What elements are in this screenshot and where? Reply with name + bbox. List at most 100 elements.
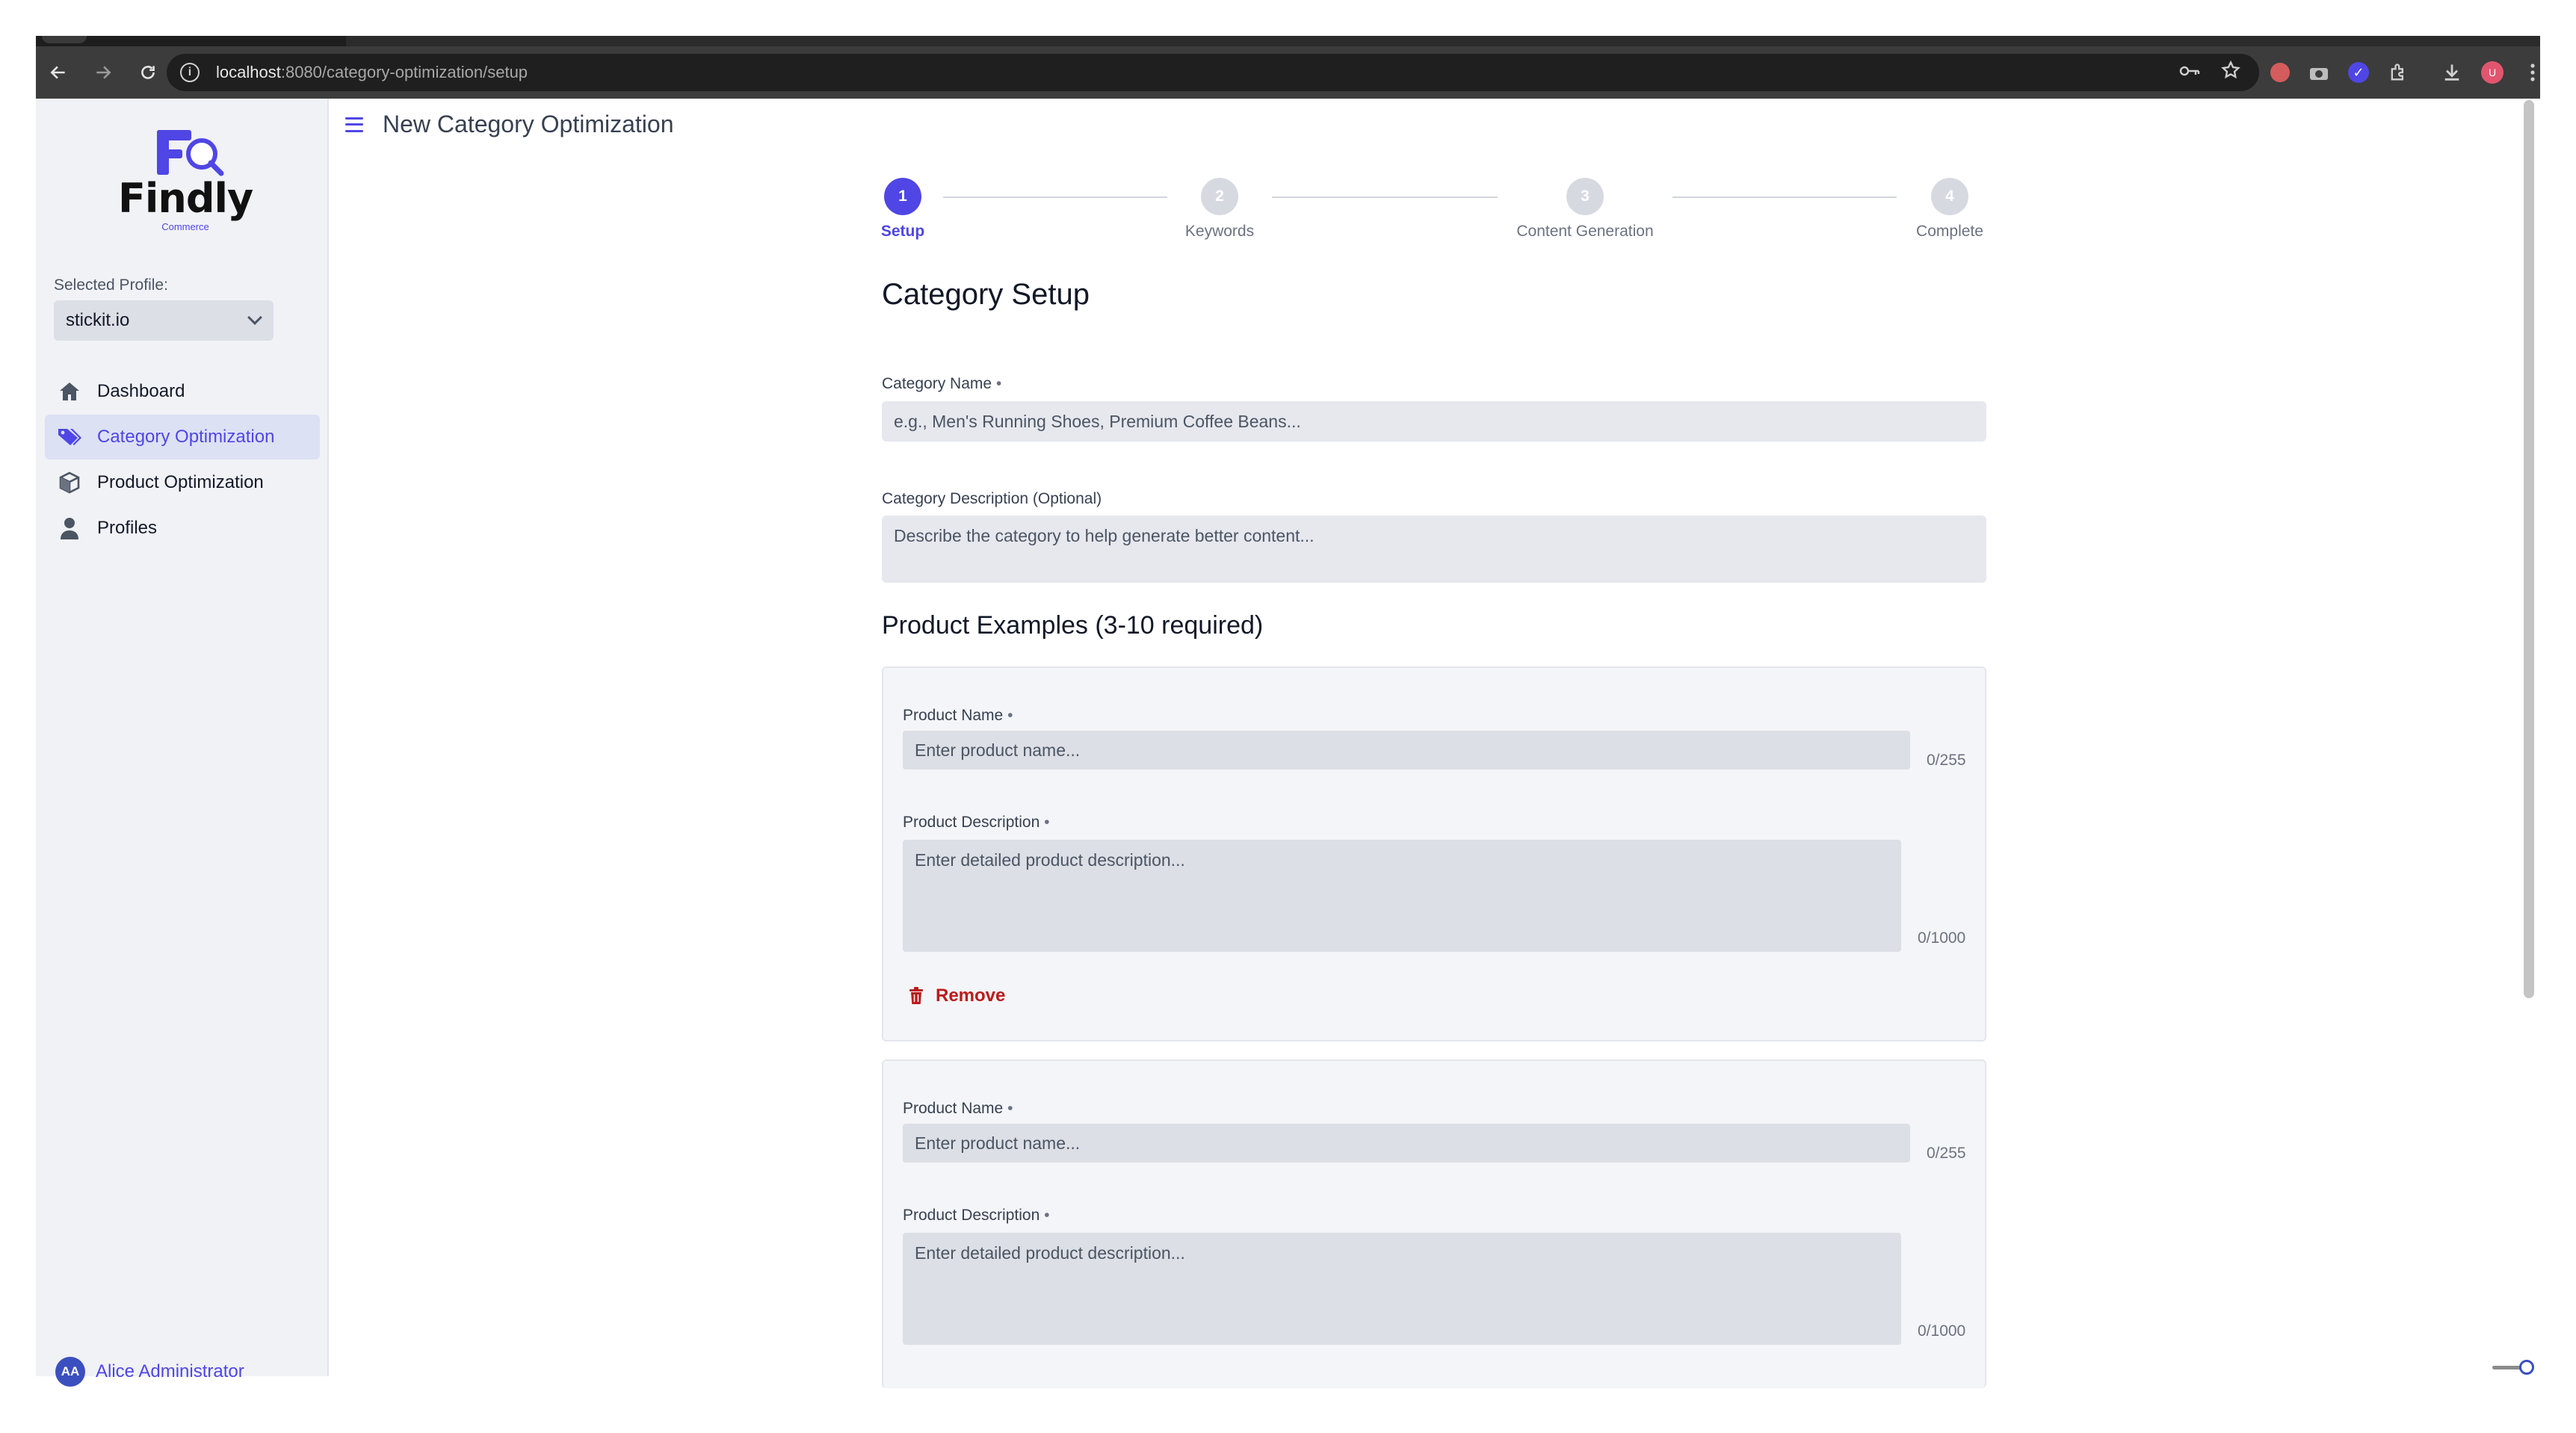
- profile-select[interactable]: stickit.io: [54, 300, 274, 341]
- extensions-bar: ✓ U: [2270, 46, 2545, 99]
- active-tab[interactable]: [346, 36, 2540, 46]
- tab-strip: [36, 36, 2540, 46]
- product-example-card: Product Name • Enter product name... 0/2…: [882, 666, 1986, 1042]
- category-description-textarea[interactable]: Describe the category to help generate b…: [882, 516, 1986, 583]
- product-name-char-count: 0/255: [1927, 752, 1966, 769]
- progress-stepper: 1 Setup 2 Keywords 3 Content Generation: [881, 178, 1986, 245]
- puzzle-extensions-icon[interactable]: [2385, 60, 2411, 85]
- logo-wordmark: Findly: [118, 175, 253, 222]
- browser-toolbar: i localhost:8080/category-optimization/s…: [36, 46, 2540, 99]
- product-name-input[interactable]: Enter product name...: [903, 1124, 1910, 1163]
- logo-subtitle: Commerce: [161, 221, 209, 232]
- product-description-placeholder: Enter detailed product description...: [915, 1243, 1185, 1263]
- sidebar-item-dashboard[interactable]: Dashboard: [45, 369, 320, 414]
- sidebar-item-label: Profiles: [97, 518, 158, 538]
- download-icon[interactable]: [2439, 60, 2465, 85]
- selected-profile-label: Selected Profile:: [54, 276, 168, 294]
- product-example-card: Product Name • Enter product name... 0/2…: [882, 1059, 1986, 1388]
- chevron-down-icon: [247, 310, 262, 325]
- step-content-generation[interactable]: 3 Content Generation: [1510, 178, 1660, 241]
- remove-label: Remove: [936, 985, 1006, 1006]
- step-number: 2: [1201, 178, 1238, 215]
- category-name-input[interactable]: e.g., Men's Running Shoes, Premium Coffe…: [882, 401, 1986, 442]
- trash-icon: [909, 987, 923, 1004]
- omnibox-actions: [2178, 54, 2241, 91]
- check-extension-icon[interactable]: ✓: [2348, 62, 2369, 83]
- product-name-placeholder: Enter product name...: [915, 1133, 1081, 1153]
- reload-icon[interactable]: [126, 50, 170, 95]
- main-content: New Category Optimization 1 Setup 2 Keyw…: [329, 99, 2540, 1388]
- page-scrollbar[interactable]: [2524, 100, 2534, 998]
- site-info-icon[interactable]: i: [180, 63, 200, 82]
- tags-icon: [57, 424, 82, 450]
- step-number: 1: [884, 178, 921, 215]
- step-setup[interactable]: 1 Setup: [828, 178, 977, 241]
- top-bar: New Category Optimization: [345, 111, 673, 138]
- step-connector: [1672, 196, 1897, 198]
- product-name-label: Product Name •: [903, 1100, 1013, 1117]
- product-description-label: Product Description •: [903, 814, 1050, 831]
- browser-window: i localhost:8080/category-optimization/s…: [36, 36, 2540, 1388]
- floating-handle[interactable]: [2492, 1366, 2522, 1369]
- product-name-input[interactable]: Enter product name...: [903, 731, 1910, 770]
- sidebar-item-profiles[interactable]: Profiles: [45, 506, 320, 551]
- sidebar-item-product-optimization[interactable]: Product Optimization: [45, 460, 320, 505]
- product-description-label: Product Description •: [903, 1207, 1050, 1224]
- product-description-placeholder: Enter detailed product description...: [915, 850, 1185, 870]
- floating-assistant-button[interactable]: [2519, 1360, 2534, 1375]
- section-title-product-examples: Product Examples (3-10 required): [882, 611, 1264, 640]
- sidebar-item-category-optimization[interactable]: Category Optimization: [45, 415, 320, 459]
- kebab-menu-icon[interactable]: [2520, 60, 2545, 85]
- product-description-char-count: 0/1000: [1918, 929, 1966, 947]
- sidebar-item-label: Product Optimization: [97, 472, 264, 492]
- box-icon: [57, 470, 82, 495]
- camera-extension-icon[interactable]: [2306, 60, 2332, 85]
- bookmark-star-icon[interactable]: [2220, 60, 2241, 86]
- product-description-char-count: 0/1000: [1918, 1322, 1966, 1340]
- section-title-category-setup: Category Setup: [882, 278, 1090, 311]
- address-bar[interactable]: i localhost:8080/category-optimization/s…: [167, 54, 2259, 91]
- step-label: Complete: [1916, 223, 1983, 240]
- current-user[interactable]: AA Alice Administrator: [55, 1357, 244, 1387]
- step-complete[interactable]: 4 Complete: [1875, 178, 2024, 241]
- user-icon: [57, 516, 82, 541]
- step-label: Content Generation: [1516, 223, 1654, 240]
- user-name: Alice Administrator: [96, 1361, 244, 1381]
- category-description-placeholder: Describe the category to help generate b…: [894, 526, 1315, 545]
- category-name-label: Category Name •: [882, 375, 1002, 392]
- required-marker: •: [995, 375, 1002, 392]
- category-description-label: Category Description (Optional): [882, 490, 1102, 507]
- tab-search-button[interactable]: [42, 36, 87, 43]
- step-number: 3: [1566, 178, 1604, 215]
- browser-avatar[interactable]: U: [2481, 61, 2504, 84]
- user-avatar: AA: [55, 1357, 85, 1387]
- product-name-placeholder: Enter product name...: [915, 740, 1081, 760]
- remove-product-button[interactable]: Remove: [909, 985, 1005, 1006]
- hamburger-menu-icon[interactable]: [345, 117, 363, 132]
- app-root: Findly Commerce Selected Profile: sticki…: [36, 99, 2540, 1388]
- step-number: 4: [1931, 178, 1968, 215]
- forward-icon[interactable]: [81, 50, 126, 95]
- page-title: New Category Optimization: [383, 111, 674, 137]
- step-label: Keywords: [1184, 223, 1255, 240]
- url-text: localhost:8080/category-optimization/set…: [216, 63, 528, 81]
- category-name-placeholder: e.g., Men's Running Shoes, Premium Coffe…: [894, 411, 1301, 431]
- incognito-extension-icon[interactable]: [2270, 63, 2290, 82]
- step-label: Setup: [880, 223, 925, 240]
- screen: i localhost:8080/category-optimization/s…: [0, 0, 2576, 1433]
- back-icon[interactable]: [36, 50, 81, 95]
- step-connector: [1272, 196, 1498, 198]
- product-name-label: Product Name •: [903, 707, 1013, 724]
- product-description-textarea[interactable]: Enter detailed product description...: [903, 840, 1901, 952]
- sidebar-item-label: Category Optimization: [97, 427, 275, 447]
- sidebar-nav: Dashboard Category Optimization Product …: [45, 369, 320, 551]
- profile-select-value: stickit.io: [66, 310, 130, 330]
- sidebar-item-label: Dashboard: [97, 381, 185, 401]
- findly-logo[interactable]: Findly Commerce: [118, 129, 253, 232]
- product-description-textarea[interactable]: Enter detailed product description...: [903, 1233, 1901, 1345]
- step-keywords[interactable]: 2 Keywords: [1145, 178, 1294, 241]
- sidebar: Findly Commerce Selected Profile: sticki…: [36, 99, 329, 1387]
- product-name-char-count: 0/255: [1927, 1145, 1966, 1162]
- home-icon: [57, 379, 82, 404]
- password-key-icon[interactable]: [2178, 61, 2201, 84]
